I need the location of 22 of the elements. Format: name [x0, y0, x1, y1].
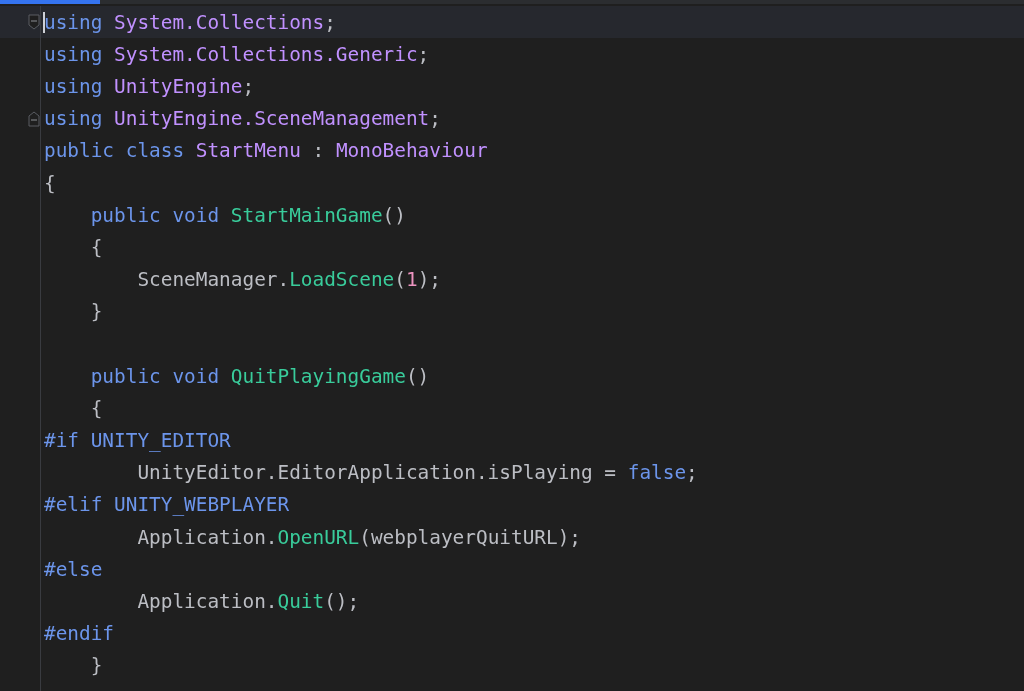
- code-line: #elif UNITY_WEBPLAYER: [43, 492, 291, 519]
- code-line: {: [89, 395, 104, 422]
- code-line: using System.Collections.Generic;: [43, 41, 431, 68]
- fold-icon[interactable]: [28, 14, 40, 31]
- code-line: SceneManager.LoadScene(1);: [136, 267, 442, 294]
- code-line: #if UNITY_EDITOR: [43, 428, 232, 455]
- code-line: public class StartMenu : MonoBehaviour: [43, 138, 489, 165]
- code-line: #else: [43, 556, 104, 583]
- code-line: }: [89, 299, 104, 326]
- code-line: {: [43, 170, 57, 197]
- fold-icon[interactable]: [28, 110, 40, 127]
- code-line: }: [89, 653, 104, 680]
- code-line: using UnityEngine.SceneManagement;: [43, 106, 442, 133]
- text-caret: [43, 11, 45, 33]
- code-line: public void QuitPlayingGame(): [89, 363, 431, 390]
- code-line: UnityEditor.EditorApplication.isPlaying = false;: [136, 460, 699, 487]
- code-line: Application.Quit();: [136, 588, 361, 615]
- code-line: #endif: [43, 621, 116, 648]
- code-line: Application.OpenURL(webplayerQuitURL);: [136, 524, 583, 551]
- code-line: public void StartMainGame(): [89, 202, 407, 229]
- code-line: {: [89, 234, 104, 261]
- code-line: using UnityEngine;: [43, 73, 256, 100]
